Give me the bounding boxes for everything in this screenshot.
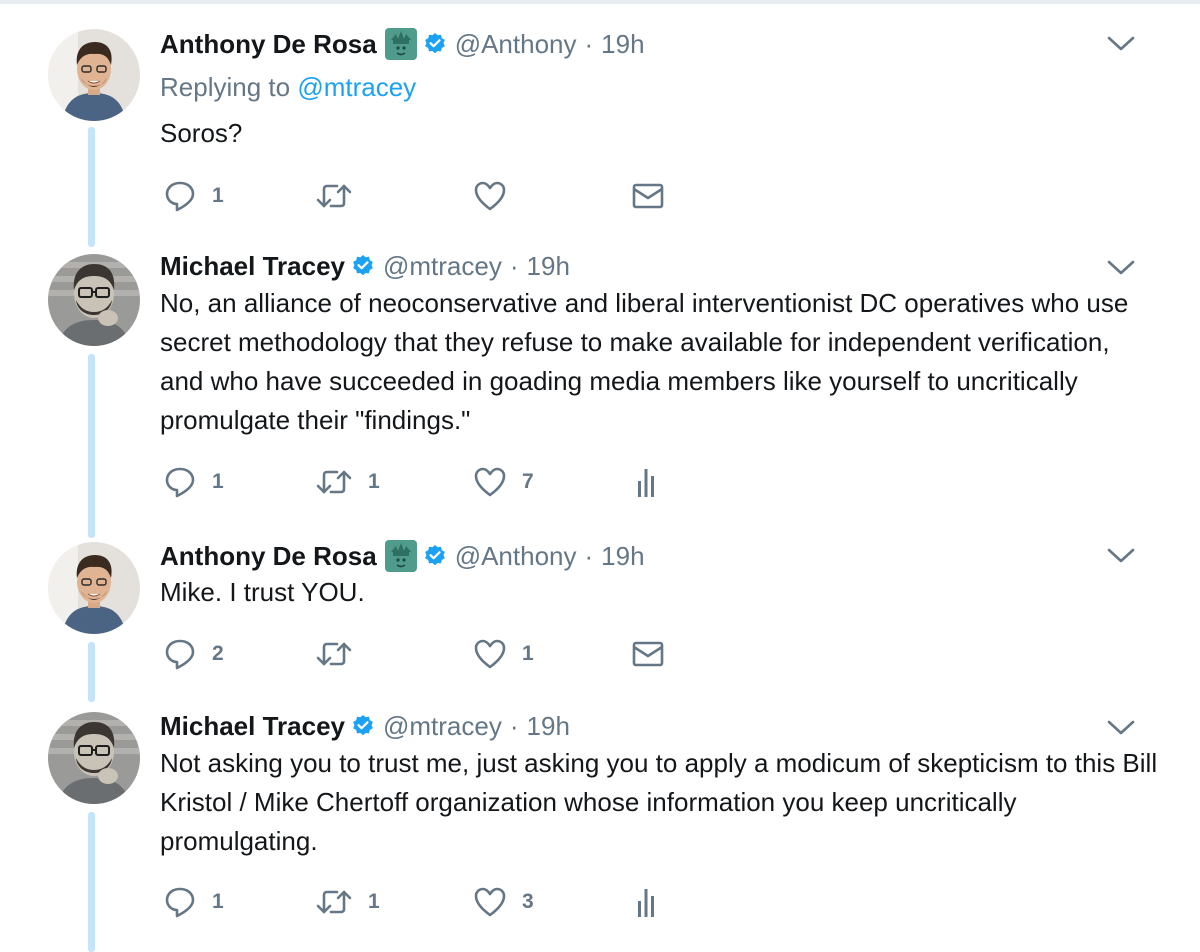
like-button[interactable] bbox=[474, 176, 522, 216]
verified-badge-icon bbox=[423, 544, 447, 568]
thread-line bbox=[88, 812, 95, 952]
reply-icon bbox=[164, 886, 196, 918]
like-button[interactable]: 3 bbox=[474, 882, 534, 922]
author-handle[interactable]: @Anthony bbox=[455, 29, 577, 60]
reply-button[interactable]: 1 bbox=[164, 882, 224, 922]
like-count: 3 bbox=[522, 890, 534, 913]
direct-message-button[interactable] bbox=[632, 634, 664, 674]
envelope-icon bbox=[632, 183, 664, 209]
timestamp[interactable]: 19h bbox=[527, 711, 570, 742]
retweet-button[interactable] bbox=[316, 634, 368, 674]
author-name[interactable]: Michael Tracey bbox=[160, 251, 345, 282]
timestamp[interactable]: 19h bbox=[601, 29, 644, 60]
reply-button[interactable]: 2 bbox=[164, 634, 224, 674]
retweet-count: 1 bbox=[368, 470, 380, 493]
tweet-text: Not asking you to trust me, just asking … bbox=[160, 748, 1158, 856]
separator: · bbox=[509, 710, 519, 741]
thread-line bbox=[88, 127, 95, 247]
statue-of-liberty-icon bbox=[385, 540, 417, 572]
author-handle[interactable]: @mtracey bbox=[383, 711, 502, 742]
analytics-button[interactable] bbox=[636, 882, 656, 922]
heart-icon bbox=[474, 639, 506, 669]
tweet-text: No, an alliance of neoconservative and l… bbox=[160, 288, 1129, 435]
author-name[interactable]: Anthony De Rosa bbox=[160, 541, 377, 572]
tweet-header: Michael Tracey @mtracey · 19h bbox=[160, 706, 570, 746]
timestamp[interactable]: 19h bbox=[527, 251, 570, 282]
replying-to-label: Replying to bbox=[160, 72, 291, 102]
thread-line bbox=[88, 642, 95, 702]
like-count: 7 bbox=[522, 470, 534, 493]
tweet-text: Soros? bbox=[160, 118, 243, 148]
direct-message-button[interactable] bbox=[632, 176, 664, 216]
author-handle[interactable]: @Anthony bbox=[455, 541, 577, 572]
retweet-button[interactable]: 1 bbox=[316, 462, 380, 502]
retweet-icon bbox=[316, 638, 352, 670]
reply-icon bbox=[164, 180, 196, 212]
avatar[interactable] bbox=[48, 712, 140, 804]
avatar[interactable] bbox=[48, 542, 140, 634]
like-button[interactable]: 1 bbox=[474, 634, 534, 674]
reply-button[interactable]: 1 bbox=[164, 176, 224, 216]
author-name[interactable]: Anthony De Rosa bbox=[160, 29, 377, 60]
reply-button[interactable]: 1 bbox=[164, 462, 224, 502]
thread-line bbox=[88, 354, 95, 538]
verified-badge-icon bbox=[423, 32, 447, 56]
replying-to: Replying to @mtracey bbox=[160, 72, 416, 103]
analytics-icon bbox=[636, 467, 656, 497]
chevron-down-icon[interactable] bbox=[1106, 546, 1136, 566]
statue-of-liberty-icon bbox=[385, 28, 417, 60]
envelope-icon bbox=[632, 641, 664, 667]
tweet-header: Anthony De Rosa @Anthony · 19h bbox=[160, 536, 645, 576]
avatar[interactable] bbox=[48, 254, 140, 346]
chevron-down-icon[interactable] bbox=[1106, 718, 1136, 738]
separator: · bbox=[584, 28, 594, 59]
separator: · bbox=[584, 540, 594, 571]
like-count: 1 bbox=[522, 642, 534, 665]
tweet-header: Anthony De Rosa @Anthony · 19h bbox=[160, 24, 645, 64]
chevron-down-icon[interactable] bbox=[1106, 34, 1136, 54]
heart-icon bbox=[474, 467, 506, 497]
retweet-count: 1 bbox=[368, 890, 380, 913]
reply-icon bbox=[164, 638, 196, 670]
chevron-down-icon[interactable] bbox=[1106, 258, 1136, 278]
like-button[interactable]: 7 bbox=[474, 462, 534, 502]
timestamp[interactable]: 19h bbox=[601, 541, 644, 572]
separator: · bbox=[509, 250, 519, 281]
retweet-button[interactable]: 1 bbox=[316, 882, 380, 922]
retweet-icon bbox=[316, 886, 352, 918]
avatar[interactable] bbox=[48, 29, 140, 121]
reply-count: 1 bbox=[212, 184, 224, 207]
retweet-icon bbox=[316, 180, 352, 212]
author-handle[interactable]: @mtracey bbox=[383, 251, 502, 282]
top-border bbox=[0, 0, 1200, 4]
analytics-icon bbox=[636, 887, 656, 917]
mention-link[interactable]: @mtracey bbox=[297, 72, 416, 102]
reply-icon bbox=[164, 466, 196, 498]
retweet-icon bbox=[316, 466, 352, 498]
heart-icon bbox=[474, 887, 506, 917]
reply-count: 2 bbox=[212, 642, 224, 665]
verified-badge-icon bbox=[351, 254, 375, 278]
tweet-text: Mike. I trust YOU. bbox=[160, 577, 365, 607]
retweet-button[interactable] bbox=[316, 176, 368, 216]
analytics-button[interactable] bbox=[636, 462, 656, 502]
tweet-header: Michael Tracey @mtracey · 19h bbox=[160, 246, 570, 286]
reply-count: 1 bbox=[212, 890, 224, 913]
author-name[interactable]: Michael Tracey bbox=[160, 711, 345, 742]
reply-count: 1 bbox=[212, 470, 224, 493]
verified-badge-icon bbox=[351, 714, 375, 738]
heart-icon bbox=[474, 181, 506, 211]
